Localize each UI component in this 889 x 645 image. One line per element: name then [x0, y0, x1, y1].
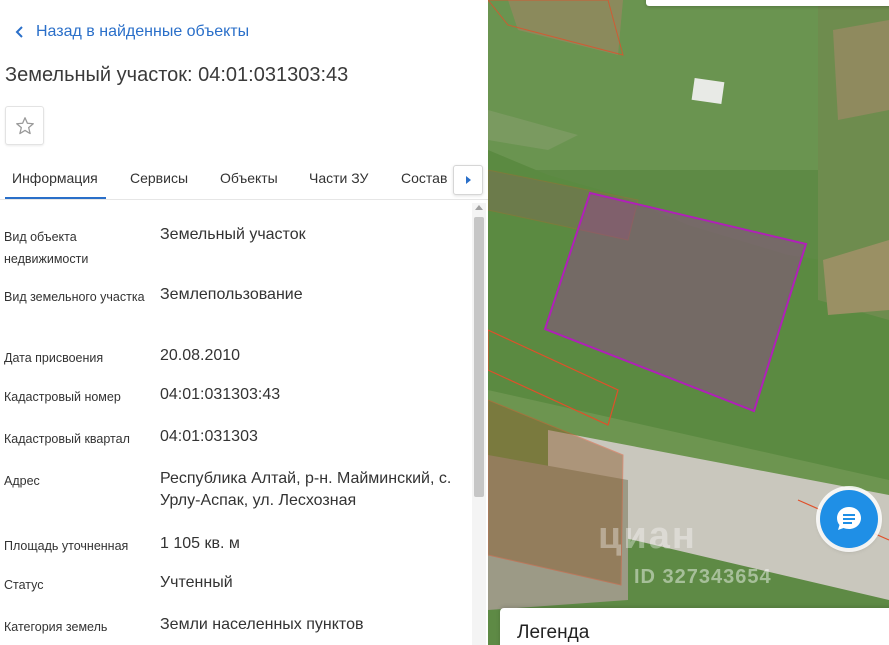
info-key: Вид объекта недвижимости	[4, 230, 89, 266]
info-key: Категория земель	[4, 620, 108, 634]
chat-icon	[837, 507, 861, 530]
info-value: Землепользование	[160, 286, 303, 303]
watermark-id: ID 327343654	[634, 566, 772, 588]
tab-composition[interactable]: Состав	[401, 170, 447, 186]
scroll-thumb[interactable]	[474, 217, 484, 497]
chevron-left-icon	[15, 26, 23, 38]
info-value: Республика Алтай, р-н. Майминский, с. Ур…	[160, 470, 452, 509]
info-value: Земельный участок	[160, 226, 306, 243]
info-list: Вид объекта недвижимости Земельный участ…	[0, 200, 470, 645]
info-key: Адрес	[4, 474, 40, 488]
back-link-label: Назад в найденные объекты	[36, 23, 250, 40]
back-link[interactable]: Назад в найденные объекты	[10, 22, 249, 42]
info-key: Дата присвоения	[4, 351, 104, 365]
map-search-bar[interactable]	[646, 0, 889, 6]
triangle-right-icon	[466, 176, 471, 184]
watermark: циан	[598, 515, 697, 557]
tabs-next-button[interactable]	[453, 165, 483, 195]
scroll-up-arrow-icon[interactable]	[475, 205, 483, 210]
favorite-button[interactable]	[5, 106, 44, 145]
active-tab-indicator	[5, 197, 106, 199]
tab-info[interactable]: Информация	[12, 170, 98, 186]
info-value: Учтенный	[160, 574, 233, 591]
tab-parts[interactable]: Части ЗУ	[309, 170, 368, 186]
chat-button[interactable]	[820, 490, 878, 548]
info-key: Площадь уточненная	[4, 539, 129, 553]
star-icon	[15, 116, 34, 134]
map-view[interactable]: циан ID 327343654 Легенда	[488, 0, 889, 645]
scrollbar[interactable]	[472, 203, 486, 645]
tab-services[interactable]: Сервисы	[130, 170, 188, 186]
tab-bar: Информация Сервисы Объекты Части ЗУ Сост…	[0, 160, 488, 200]
info-panel: Назад в найденные объекты Земельный учас…	[0, 0, 488, 645]
info-value: 20.08.2010	[160, 347, 241, 364]
info-key: Вид земельного участка	[4, 290, 145, 304]
info-value: 04:01:031303:43	[160, 386, 281, 403]
info-key: Статус	[4, 578, 44, 592]
info-value: Земли населенных пунктов	[160, 616, 364, 633]
info-key: Кадастровый квартал	[4, 432, 130, 446]
tab-objects[interactable]: Объекты	[220, 170, 278, 186]
legend-panel[interactable]: Легенда	[500, 608, 889, 645]
legend-title: Легенда	[517, 622, 590, 643]
info-key: Кадастровый номер	[4, 390, 121, 404]
info-value: 04:01:031303	[160, 428, 258, 445]
info-value: 1 105 кв. м	[160, 535, 240, 552]
page-title: Земельный участок: 04:01:031303:43	[5, 64, 349, 86]
